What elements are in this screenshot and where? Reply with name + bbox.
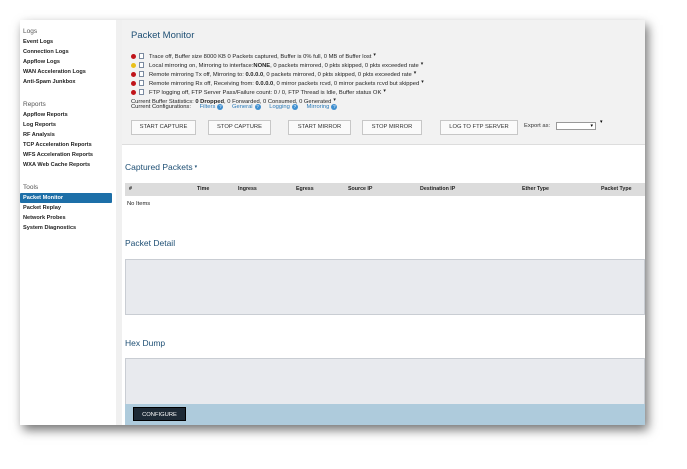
document-icon[interactable] <box>139 89 144 95</box>
captured-packets-title: Captured Packets ▾ <box>125 162 197 172</box>
packet-monitor-panel: Packet Monitor Trace off, Buffer size 80… <box>122 20 645 145</box>
config-link-filters[interactable]: Filters <box>200 104 216 110</box>
document-icon[interactable] <box>139 71 144 77</box>
caret-icon[interactable]: ▾ <box>195 164 198 170</box>
export-select[interactable]: ▾ <box>556 122 596 130</box>
chevron-down-icon: ▾ <box>590 123 593 129</box>
current-configurations: Current Configurations: Filters? General… <box>131 104 338 110</box>
config-link-mirroring[interactable]: Mirroring <box>306 104 329 110</box>
sidebar-heading-logs: Logs <box>23 28 38 35</box>
sidebar-item-wxa-web-cache-reports[interactable]: WXA Web Cache Reports <box>20 160 116 170</box>
packet-detail-title: Packet Detail <box>125 238 176 248</box>
column-packet-type[interactable]: Packet Type <box>601 183 632 196</box>
sidebar-item-wan-acceleration-logs[interactable]: WAN Acceleration Logs <box>20 67 116 77</box>
caret-icon[interactable]: ▾ <box>414 70 417 76</box>
caret-icon[interactable]: ▾ <box>421 79 424 85</box>
status-red-icon <box>131 80 136 86</box>
column-ether-type[interactable]: Ether Type <box>522 183 549 196</box>
main-content: Packet Monitor Trace off, Buffer size 80… <box>122 20 645 425</box>
sidebar-item-rf-analysis[interactable]: RF Analysis <box>20 130 116 140</box>
status-trace: Trace off, Buffer size 8000 KB 0 Packets… <box>131 51 376 60</box>
start-capture-button[interactable]: START CAPTURE <box>131 120 196 135</box>
stop-capture-button[interactable]: STOP CAPTURE <box>208 120 271 135</box>
help-icon[interactable]: ? <box>291 104 298 110</box>
sidebar-item-event-logs[interactable]: Event Logs <box>20 37 116 47</box>
status-yellow-icon <box>131 62 136 68</box>
export-label: Export as: <box>524 123 551 129</box>
caret-icon[interactable]: ▾ <box>383 88 386 94</box>
sidebar-item-anti-spam-junkbox[interactable]: Anti-Spam Junkbox <box>20 77 116 87</box>
buffer-statistics: Current Buffer Statistics: 0 Dropped, 0 … <box>131 96 336 105</box>
page-title: Packet Monitor <box>131 30 195 41</box>
column-source-ip[interactable]: Source IP <box>348 183 372 196</box>
column-destination-ip[interactable]: Destination IP <box>420 183 455 196</box>
sidebar-item-wfs-acceleration-reports[interactable]: WFS Acceleration Reports <box>20 150 116 160</box>
help-icon[interactable]: ? <box>331 104 338 110</box>
caret-icon[interactable]: ▾ <box>373 52 376 58</box>
configure-button[interactable]: CONFIGURE <box>133 407 186 421</box>
caret-icon[interactable]: ▾ <box>600 119 603 125</box>
sidebar-group-reports: Reports Appflow Reports Log Reports RF A… <box>20 100 116 170</box>
sidebar-item-log-reports[interactable]: Log Reports <box>20 120 116 130</box>
hex-dump-title: Hex Dump <box>125 338 166 348</box>
status-local-mirroring: Local mirroring on, Mirroring to interfa… <box>131 60 424 69</box>
column-ingress[interactable]: Ingress <box>238 183 257 196</box>
current-configurations-label: Current Configurations: <box>131 104 191 110</box>
packet-detail-pane[interactable] <box>125 259 645 315</box>
status-red-icon <box>131 89 136 95</box>
sidebar-item-system-diagnostics[interactable]: System Diagnostics <box>20 223 116 233</box>
sidebar-item-appflow-reports[interactable]: Appflow Reports <box>20 110 116 120</box>
bottom-toolbar: CONFIGURE <box>125 404 645 425</box>
status-remote-tx: Remote mirroring Tx off, Mirroring to: 0… <box>131 69 417 78</box>
empty-table-message: No Items <box>127 201 151 207</box>
sidebar-item-packet-replay[interactable]: Packet Replay <box>20 203 116 213</box>
sidebar-item-packet-monitor[interactable]: Packet Monitor <box>20 193 112 203</box>
caret-icon[interactable]: ▾ <box>333 97 336 103</box>
document-icon[interactable] <box>139 53 144 59</box>
app-window: Logs Event Logs Connection Logs Appflow … <box>20 20 645 425</box>
sidebar: Logs Event Logs Connection Logs Appflow … <box>20 20 116 425</box>
status-remote-rx: Remote mirroring Rx off, Receiving from:… <box>131 78 424 87</box>
help-icon[interactable]: ? <box>254 104 261 110</box>
sidebar-heading-reports: Reports <box>23 101 46 108</box>
status-ftp: FTP logging off, FTP Server Pass/Failure… <box>131 87 386 96</box>
document-icon[interactable] <box>139 62 144 68</box>
config-link-logging[interactable]: Logging <box>269 104 290 110</box>
sidebar-item-network-probes[interactable]: Network Probes <box>20 213 116 223</box>
sidebar-item-connection-logs[interactable]: Connection Logs <box>20 47 116 57</box>
stop-mirror-button[interactable]: STOP MIRROR <box>362 120 422 135</box>
column-egress[interactable]: Egress <box>296 183 314 196</box>
sidebar-item-appflow-logs[interactable]: Appflow Logs <box>20 57 116 67</box>
config-link-general[interactable]: General <box>232 104 253 110</box>
log-to-ftp-server-button[interactable]: LOG TO FTP SERVER <box>440 120 518 135</box>
help-icon[interactable]: ? <box>217 104 224 110</box>
sidebar-group-logs: Logs Event Logs Connection Logs Appflow … <box>20 27 116 87</box>
column-time[interactable]: Time <box>197 183 209 196</box>
caret-icon[interactable]: ▾ <box>421 61 424 67</box>
status-red-icon <box>131 71 136 77</box>
start-mirror-button[interactable]: START MIRROR <box>288 120 351 135</box>
column-number[interactable]: # <box>129 183 132 196</box>
sidebar-heading-tools: Tools <box>23 184 39 191</box>
document-icon[interactable] <box>139 80 144 86</box>
hex-dump-pane[interactable] <box>125 358 645 406</box>
status-red-icon <box>131 53 136 59</box>
captured-packets-table-header: # Time Ingress Egress Source IP Destinat… <box>125 183 645 196</box>
captured-packets-title-text: Captured Packets <box>125 162 193 172</box>
sidebar-item-tcp-acceleration-reports[interactable]: TCP Acceleration Reports <box>20 140 116 150</box>
sidebar-group-tools: Tools Packet Monitor Packet Replay Netwo… <box>20 183 116 233</box>
